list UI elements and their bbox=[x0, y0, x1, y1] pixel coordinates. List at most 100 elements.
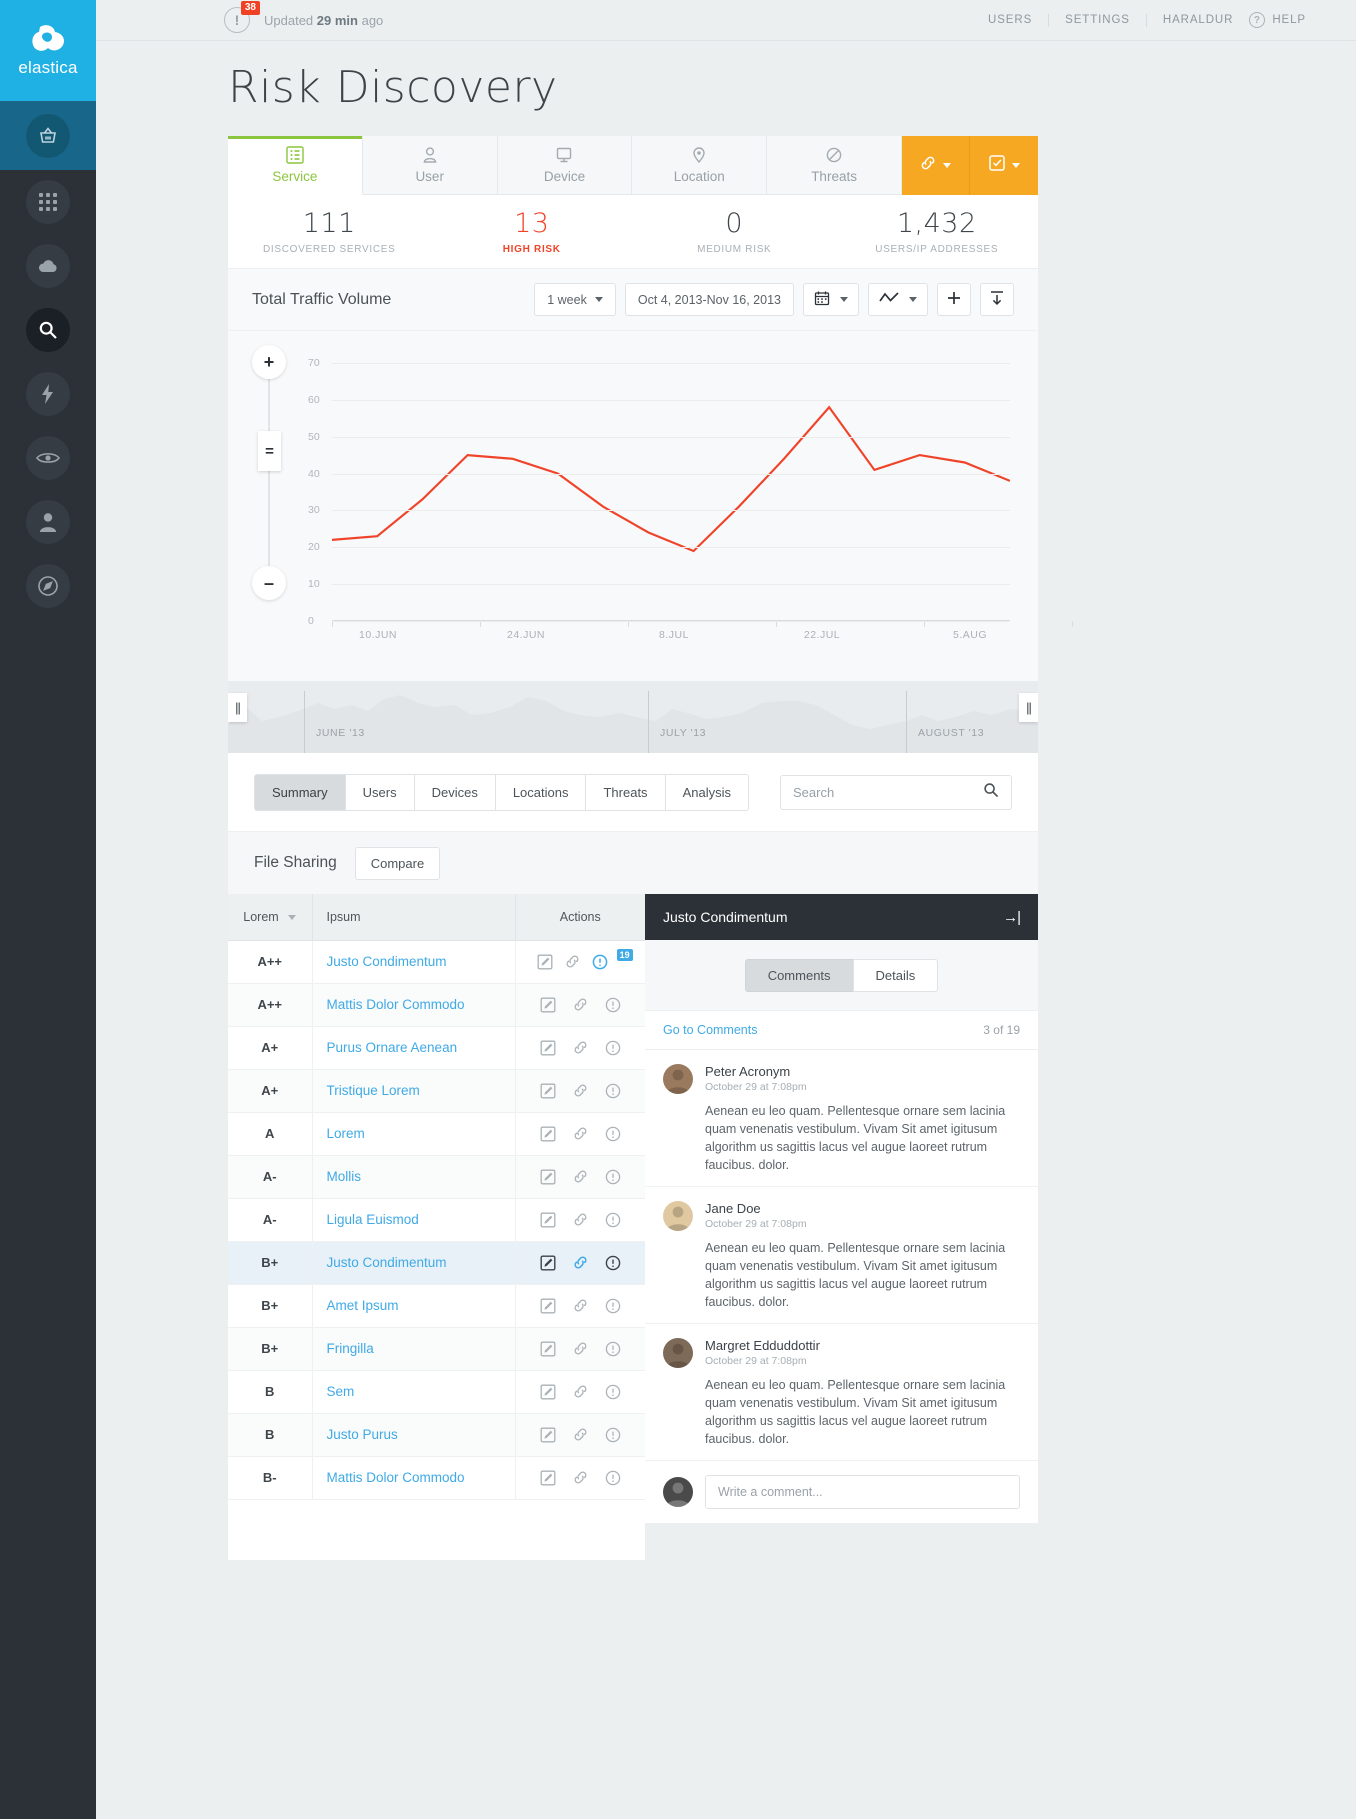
row-name-link[interactable]: Fringilla bbox=[312, 1327, 516, 1370]
info-icon[interactable] bbox=[605, 1126, 621, 1142]
edit-icon[interactable] bbox=[537, 954, 553, 970]
link-icon[interactable] bbox=[572, 996, 589, 1013]
sidebar-item-apps[interactable] bbox=[0, 170, 96, 234]
link-icon[interactable] bbox=[572, 1383, 589, 1400]
table-row[interactable]: A+ Tristique Lorem bbox=[228, 1069, 645, 1112]
sidebar-item-activity[interactable] bbox=[0, 362, 96, 426]
search-icon[interactable] bbox=[983, 782, 999, 803]
sidebar-item-users[interactable] bbox=[0, 490, 96, 554]
edit-icon[interactable] bbox=[540, 1169, 556, 1185]
sidebar-item-explore[interactable] bbox=[0, 554, 96, 618]
panel-tab-details[interactable]: Details bbox=[852, 958, 939, 992]
timeline-handle-left[interactable]: || bbox=[228, 693, 247, 722]
alert-indicator[interactable]: ! 38 bbox=[224, 1, 260, 33]
info-icon[interactable] bbox=[605, 1040, 621, 1056]
info-icon[interactable] bbox=[605, 1255, 621, 1271]
edit-icon[interactable] bbox=[540, 1341, 556, 1357]
row-name-link[interactable]: Lorem bbox=[312, 1112, 516, 1155]
nav-link-help[interactable]: ? HELP bbox=[1233, 12, 1322, 28]
row-name-link[interactable]: Amet Ipsum bbox=[312, 1284, 516, 1327]
edit-icon[interactable] bbox=[540, 1255, 556, 1271]
brand-logo[interactable]: elastica bbox=[0, 0, 96, 101]
table-row[interactable]: B Sem bbox=[228, 1370, 645, 1413]
link-icon[interactable] bbox=[572, 1039, 589, 1056]
goto-comments-link[interactable]: Go to Comments bbox=[663, 1023, 757, 1037]
edit-icon[interactable] bbox=[540, 1427, 556, 1443]
row-name-link[interactable]: Justo Purus bbox=[312, 1413, 516, 1456]
row-name-link[interactable]: Justo Condimentum bbox=[312, 1241, 516, 1284]
table-row[interactable]: B+ Fringilla bbox=[228, 1327, 645, 1370]
edit-icon[interactable] bbox=[540, 1040, 556, 1056]
row-name-link[interactable]: Tristique Lorem bbox=[312, 1069, 516, 1112]
link-icon[interactable] bbox=[572, 1254, 589, 1271]
zoom-out-button[interactable]: – bbox=[252, 566, 286, 600]
row-name-link[interactable]: Mattis Dolor Commodo bbox=[312, 983, 516, 1026]
collapse-right-icon[interactable]: →| bbox=[1003, 909, 1021, 926]
nav-link-haraldur[interactable]: HARALDUR bbox=[1147, 14, 1233, 27]
subtab-users[interactable]: Users bbox=[345, 774, 415, 810]
subtab-threats[interactable]: Threats bbox=[586, 774, 666, 810]
sidebar-item-cloud[interactable] bbox=[0, 234, 96, 298]
table-row[interactable]: B Justo Purus bbox=[228, 1413, 645, 1456]
date-range-field[interactable]: Oct 4, 2013-Nov 16, 2013 bbox=[624, 283, 794, 316]
subtab-locations[interactable]: Locations bbox=[495, 774, 587, 810]
panel-tab-comments[interactable]: Comments bbox=[744, 958, 853, 992]
edit-icon[interactable] bbox=[540, 1083, 556, 1099]
sidebar-item-monitor[interactable] bbox=[0, 426, 96, 490]
nav-link-settings[interactable]: SETTINGS bbox=[1049, 13, 1147, 27]
edit-icon[interactable] bbox=[540, 997, 556, 1013]
info-icon[interactable] bbox=[605, 1384, 621, 1400]
link-icon[interactable] bbox=[572, 1082, 589, 1099]
nav-link-users[interactable]: USERS bbox=[972, 13, 1050, 27]
info-icon[interactable]: 19 bbox=[592, 948, 633, 970]
table-row[interactable]: A- Mollis bbox=[228, 1155, 645, 1198]
table-row[interactable]: B- Mattis Dolor Commodo bbox=[228, 1456, 645, 1499]
timeline-scrubber[interactable]: JUNE '13 JULY '13 AUGUST '13 || || bbox=[228, 681, 1038, 753]
subtab-devices[interactable]: Devices bbox=[414, 774, 496, 810]
row-name-link[interactable]: Ligula Euismod bbox=[312, 1198, 516, 1241]
add-series-button[interactable] bbox=[937, 283, 971, 316]
table-row[interactable]: B+ Amet Ipsum bbox=[228, 1284, 645, 1327]
link-icon[interactable] bbox=[572, 1469, 589, 1486]
info-icon[interactable] bbox=[605, 1470, 621, 1486]
info-icon[interactable] bbox=[605, 1083, 621, 1099]
table-row[interactable]: B+ Justo Condimentum bbox=[228, 1241, 645, 1284]
edit-icon[interactable] bbox=[540, 1384, 556, 1400]
table-row[interactable]: A Lorem bbox=[228, 1112, 645, 1155]
table-row[interactable]: A+ Purus Ornare Aenean bbox=[228, 1026, 645, 1069]
compare-button[interactable]: Compare bbox=[354, 846, 441, 880]
sidebar-item-discovery[interactable] bbox=[0, 101, 96, 170]
timeline-handle-right[interactable]: || bbox=[1019, 693, 1038, 722]
export-button[interactable] bbox=[980, 283, 1014, 316]
info-icon[interactable] bbox=[605, 997, 621, 1013]
checklist-action-button[interactable] bbox=[969, 136, 1038, 195]
row-name-link[interactable]: Mattis Dolor Commodo bbox=[312, 1456, 516, 1499]
row-name-link[interactable]: Purus Ornare Aenean bbox=[312, 1026, 516, 1069]
edit-icon[interactable] bbox=[540, 1298, 556, 1314]
tab-user[interactable]: User bbox=[362, 136, 498, 195]
zoom-in-button[interactable]: + bbox=[252, 345, 286, 379]
tab-threats[interactable]: Threats bbox=[767, 136, 902, 195]
info-icon[interactable] bbox=[605, 1341, 621, 1357]
row-name-link[interactable]: Sem bbox=[312, 1370, 516, 1413]
link-icon[interactable] bbox=[572, 1211, 589, 1228]
zoom-handle[interactable]: = bbox=[258, 431, 281, 471]
tab-device[interactable]: Device bbox=[497, 136, 633, 195]
tab-service[interactable]: Service bbox=[228, 136, 363, 195]
column-header-lorem[interactable]: Lorem bbox=[228, 894, 313, 941]
link-icon[interactable] bbox=[572, 1125, 589, 1142]
info-icon[interactable] bbox=[605, 1298, 621, 1314]
subtab-analysis[interactable]: Analysis bbox=[665, 774, 748, 810]
row-name-link[interactable]: Justo Condimentum bbox=[312, 940, 516, 983]
calendar-picker-button[interactable] bbox=[803, 283, 859, 316]
search-input[interactable] bbox=[793, 784, 983, 800]
info-icon[interactable] bbox=[605, 1427, 621, 1443]
link-icon[interactable] bbox=[572, 1426, 589, 1443]
range-select[interactable]: 1 week bbox=[534, 283, 616, 316]
table-row[interactable]: A++ Mattis Dolor Commodo bbox=[228, 983, 645, 1026]
link-icon[interactable] bbox=[572, 1340, 589, 1357]
table-row[interactable]: A++ Justo Condimentum 19 bbox=[228, 940, 645, 983]
comment-input[interactable] bbox=[705, 1475, 1020, 1509]
link-icon[interactable] bbox=[572, 1297, 589, 1314]
search-box[interactable] bbox=[780, 774, 1012, 810]
